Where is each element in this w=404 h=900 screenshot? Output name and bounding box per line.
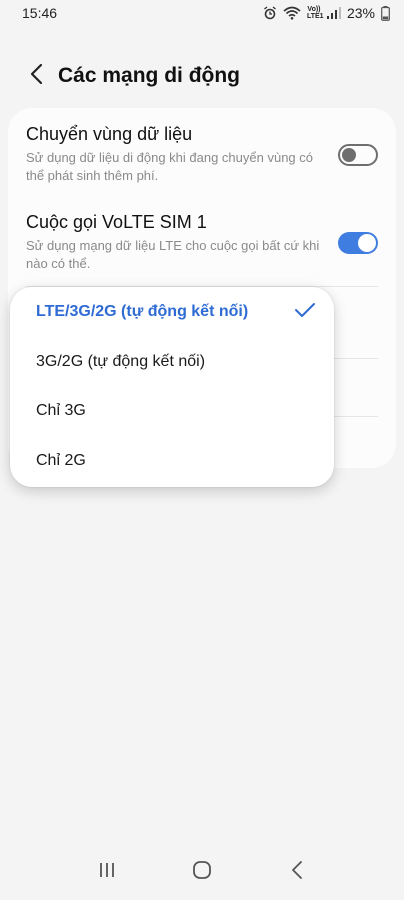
- setting-title: Cuộc gọi VoLTE SIM 1: [26, 212, 207, 232]
- home-icon: [192, 860, 212, 885]
- option-2g-only[interactable]: Chỉ 2G: [36, 437, 316, 485]
- volte-toggle[interactable]: [338, 231, 378, 254]
- status-icons: Vo)) LTE1 23%: [263, 5, 390, 21]
- option-label: Chỉ 2G: [36, 452, 86, 469]
- setting-volte-sim1[interactable]: Cuộc gọi VoLTE SIM 1 Sử dụng mạng dữ liệ…: [26, 212, 378, 273]
- status-bar: 15:46 Vo)) LTE1 23%: [0, 0, 404, 26]
- option-3g-only[interactable]: Chỉ 3G: [36, 387, 316, 435]
- recent-apps-icon: [98, 862, 116, 883]
- signal-icon: [326, 7, 341, 19]
- toggle-knob: [342, 147, 356, 162]
- setting-data-roaming[interactable]: Chuyển vùng dữ liệu Sử dụng dữ liệu di đ…: [26, 124, 378, 185]
- status-time: 15:46: [22, 5, 58, 21]
- option-label: LTE/3G/2G (tự động kết nối): [36, 303, 249, 320]
- setting-description: Sử dụng dữ liệu di động khi đang chuyển …: [26, 150, 313, 183]
- app-header: Các mạng di động: [0, 56, 404, 96]
- page-title: Các mạng di động: [58, 64, 241, 87]
- setting-text: Chuyển vùng dữ liệu Sử dụng dữ liệu di đ…: [26, 124, 326, 185]
- alarm-icon: [263, 6, 277, 20]
- checkmark-icon: [294, 302, 316, 323]
- back-arrow-icon: [29, 63, 43, 90]
- data-roaming-toggle[interactable]: [338, 143, 378, 166]
- navigation-bar: [0, 844, 404, 900]
- battery-percent: 23%: [346, 5, 375, 21]
- volte-icon: Vo)) LTE1: [306, 6, 324, 20]
- nav-back-button[interactable]: [277, 852, 317, 892]
- setting-description: Sử dụng mạng dữ liệu LTE cho cuộc gọi bấ…: [26, 238, 320, 271]
- option-lte-3g-2g[interactable]: LTE/3G/2G (tự động kết nối): [36, 288, 316, 336]
- option-label: Chỉ 3G: [36, 402, 86, 419]
- battery-icon: [381, 5, 390, 21]
- back-button[interactable]: [14, 56, 58, 96]
- option-3g-2g[interactable]: 3G/2G (tự động kết nối): [36, 338, 316, 386]
- setting-title: Chuyển vùng dữ liệu: [26, 124, 193, 144]
- setting-text: Cuộc gọi VoLTE SIM 1 Sử dụng mạng dữ liệ…: [26, 212, 326, 273]
- wifi-icon: [283, 6, 301, 20]
- volte-line1: Vo)): [307, 6, 321, 13]
- network-mode-dropdown: LTE/3G/2G (tự động kết nối) 3G/2G (tự độ…: [10, 287, 334, 487]
- home-button[interactable]: [182, 852, 222, 892]
- back-icon: [291, 860, 303, 884]
- volte-line2: LTE1: [306, 13, 324, 20]
- option-label: 3G/2G (tự động kết nối): [36, 353, 206, 370]
- recent-apps-button[interactable]: [87, 852, 127, 892]
- toggle-knob: [358, 233, 376, 252]
